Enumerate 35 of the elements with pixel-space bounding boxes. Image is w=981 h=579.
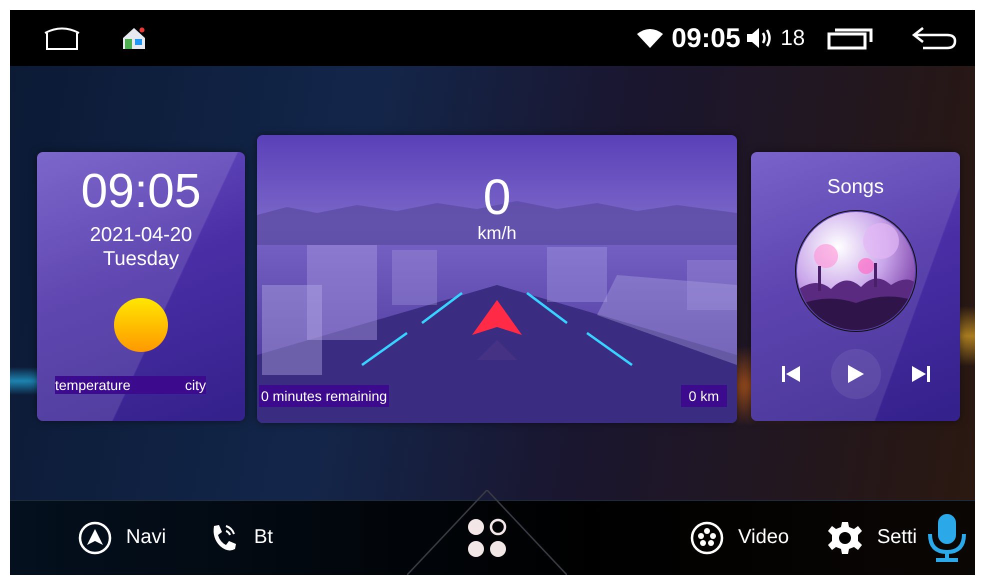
- house-icon[interactable]: [121, 26, 147, 50]
- dock-button[interactable]: Navi: [78, 520, 166, 554]
- film-reel-icon: [690, 520, 724, 554]
- dock-button[interactable]: Setti: [826, 520, 917, 556]
- next-icon: [910, 365, 930, 383]
- navigation-arrow-icon: [472, 300, 522, 360]
- date-text: 2021-04-20: [90, 224, 192, 247]
- time-remaining: 0 minutes remaining: [259, 385, 390, 407]
- recent-apps-icon[interactable]: [827, 26, 873, 50]
- clock-time: 09:05: [671, 22, 741, 54]
- microphone-icon: [925, 512, 969, 564]
- sun-icon: [113, 297, 169, 353]
- dock-button[interactable]: Video: [690, 520, 789, 554]
- play-button[interactable]: [830, 349, 880, 399]
- clock-time: 09:05: [80, 166, 202, 218]
- play-icon: [846, 364, 864, 384]
- previous-icon: [780, 365, 800, 383]
- speed-unit: km/h: [477, 223, 516, 244]
- distance-remaining: 0 km: [680, 385, 727, 407]
- back-icon[interactable]: [911, 26, 957, 50]
- city-label: city: [185, 377, 206, 393]
- songs-title: Songs: [827, 176, 884, 199]
- speed-value: 0: [483, 171, 511, 223]
- home-icon[interactable]: [43, 25, 81, 51]
- settings-icon: [826, 520, 863, 556]
- dock-button[interactable]: Bt: [208, 522, 273, 554]
- temperature-label: temperature: [55, 377, 130, 393]
- wifi-icon: [637, 28, 664, 48]
- previous-button[interactable]: [780, 365, 800, 383]
- navigation-icon: [78, 520, 112, 554]
- weekday-text: Tuesday: [103, 248, 179, 271]
- next-button[interactable]: [910, 365, 930, 383]
- apps-button[interactable]: [466, 516, 508, 558]
- apps-icon: [466, 516, 508, 558]
- volume-level: 18: [780, 25, 805, 51]
